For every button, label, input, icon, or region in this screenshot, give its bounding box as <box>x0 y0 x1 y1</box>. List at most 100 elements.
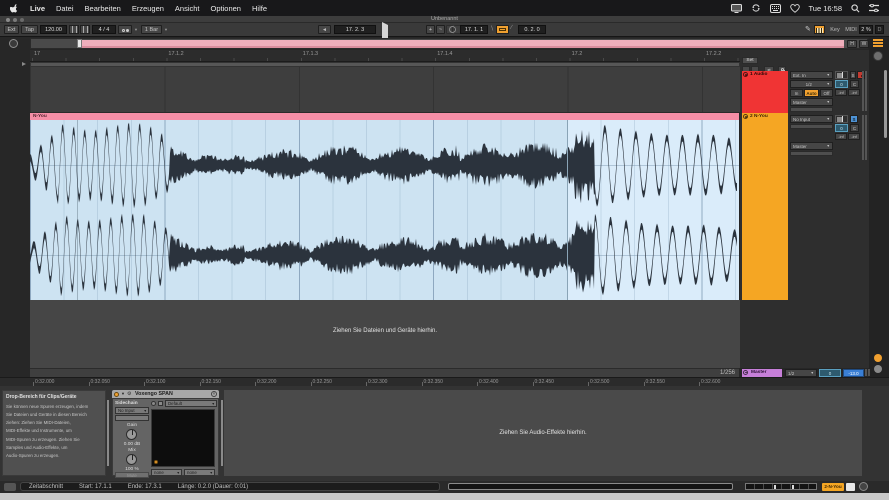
device-title-bar[interactable]: ▼ ⚙ Voxengo SPAN × <box>112 390 219 398</box>
menu-item-optionen[interactable]: Optionen <box>211 4 241 13</box>
device-power-button[interactable] <box>114 392 119 397</box>
follow-button[interactable]: ◄ <box>318 25 331 34</box>
master-output-select[interactable]: 1/2▼ <box>785 369 817 377</box>
loop-length-field[interactable]: 0. 2. 0 <box>518 25 546 34</box>
control-center-icon[interactable] <box>869 4 879 12</box>
menubar-clock[interactable]: Tue 16:58 <box>809 4 843 13</box>
punch-out-button[interactable]: ∕ <box>511 25 512 31</box>
follow-scroll-orange-icon[interactable] <box>874 354 882 362</box>
track1-solo-button[interactable]: S <box>850 71 856 79</box>
loop-button[interactable] <box>496 25 509 34</box>
draw-mode-icon[interactable]: ✎ <box>805 25 811 34</box>
track-unfold-button[interactable] <box>743 370 748 375</box>
track-volume-slider[interactable] <box>835 115 848 123</box>
beat-time-ruler[interactable]: 1717.1.217.1.317.1.417.217.2.2 <box>30 50 740 62</box>
track-unfold-button[interactable] <box>743 72 748 77</box>
slot-b-select[interactable]: none▼ <box>184 469 215 476</box>
crossfader-slider[interactable] <box>745 483 817 490</box>
sidechain-sub-select[interactable] <box>115 415 149 421</box>
track1-send-b[interactable]: -inf <box>848 89 860 96</box>
track2-pan-center[interactable]: C <box>850 124 859 132</box>
device-close-button[interactable]: × <box>211 391 217 397</box>
display-mirroring-icon[interactable] <box>731 4 742 13</box>
quantize-menu-arrow[interactable]: ▼ <box>163 25 169 34</box>
track1-pan-field[interactable]: 0 <box>835 80 848 88</box>
menu-item-ansicht[interactable]: Ansicht <box>175 4 200 13</box>
track2-pan-field[interactable]: 0 <box>835 124 848 132</box>
play-button[interactable] <box>382 25 393 34</box>
monitor-in-button[interactable]: In <box>790 89 803 97</box>
master-header[interactable]: Master <box>742 369 782 377</box>
track2-header[interactable]: 2 N-You <box>742 113 788 300</box>
sync-arrows-icon[interactable] <box>751 3 761 13</box>
master-pan-field[interactable]: 0 <box>819 369 841 377</box>
track1-input-select[interactable]: Ext. In▼ <box>790 71 833 79</box>
computer-midi-keyboard-button[interactable] <box>814 25 825 34</box>
spotlight-search-icon[interactable] <box>851 4 860 13</box>
device-hotswap-icon[interactable]: ⚙ <box>127 390 131 398</box>
stop-button[interactable] <box>395 25 406 34</box>
menu-item-datei[interactable]: Datei <box>56 4 74 13</box>
device-scroll-handle-left[interactable] <box>107 400 109 466</box>
loop-bar[interactable] <box>80 40 844 48</box>
track1-output-select[interactable]: Master▼ <box>790 98 833 106</box>
track-unfold-button[interactable] <box>743 114 748 119</box>
status-square-button[interactable] <box>846 483 855 491</box>
punch-in-button[interactable]: ∖ <box>490 25 494 32</box>
menu-item-bearbeiten[interactable]: Bearbeiten <box>85 4 121 13</box>
shape-icon[interactable] <box>790 4 800 13</box>
scrub-area[interactable]: H W <box>30 38 868 49</box>
ext-sync-button[interactable]: Ext <box>4 25 19 34</box>
track1-send-a[interactable]: -inf <box>835 89 847 96</box>
nudge-down-button[interactable] <box>69 25 79 34</box>
track1-lane[interactable] <box>30 67 740 113</box>
quantize-menu[interactable]: 1 Bar <box>141 25 162 34</box>
vertical-scrollbar[interactable] <box>884 70 887 138</box>
menu-item-hilfe[interactable]: Hilfe <box>252 4 267 13</box>
track2-send-a[interactable]: -inf <box>835 133 847 140</box>
preset-select[interactable]: Default▼ <box>165 400 217 407</box>
disk-overload-indicator[interactable]: D <box>875 25 884 34</box>
master-volume-field[interactable]: -13.0 <box>843 369 864 377</box>
track1-header[interactable]: 1 Audio <box>742 71 788 113</box>
loop-start-field[interactable]: 17. 1. 1 <box>460 25 488 34</box>
automation-arm-button[interactable]: ~ <box>436 25 445 34</box>
selected-track-badge[interactable]: 2-N-You <box>822 483 844 491</box>
track1-pan-center[interactable]: C <box>850 80 859 88</box>
input-source-icon[interactable] <box>770 4 781 13</box>
device-scroll-handle-right[interactable] <box>221 400 223 466</box>
tap-tempo-button[interactable]: Tap <box>21 25 38 34</box>
gain-knob[interactable] <box>126 429 137 440</box>
plugin-edit-button[interactable] <box>151 401 156 406</box>
monitor-auto-button[interactable]: Auto <box>804 89 819 97</box>
mute-button[interactable]: Mute <box>115 472 149 478</box>
monitor-off-button[interactable]: Off <box>820 89 833 97</box>
track-volume-slider[interactable] <box>835 71 848 79</box>
time-signature-field[interactable]: 4 / 4 <box>92 25 116 34</box>
nudge-up-button[interactable] <box>80 25 90 34</box>
apple-icon[interactable] <box>10 3 19 14</box>
mix-knob[interactable] <box>126 454 137 465</box>
device-unfold-arrow[interactable]: ▼ <box>121 390 125 398</box>
track2-send-b[interactable]: -inf <box>848 133 860 140</box>
master-lane[interactable]: 1/256 <box>30 368 739 377</box>
audio-clip[interactable]: N-You <box>30 113 739 300</box>
plugin-display[interactable] <box>151 409 215 467</box>
overview-toggle-icon[interactable] <box>873 39 883 47</box>
back-to-arrangement-button[interactable] <box>9 39 18 48</box>
sidechain-input-select[interactable]: No Input▼ <box>115 407 149 414</box>
device-drop-zone[interactable]: Ziehen Sie Audio-Effekte hierhin. <box>224 390 862 476</box>
arrangement-position-field[interactable]: 17. 2. 3 <box>334 25 376 34</box>
plugin-window-button[interactable] <box>158 401 163 406</box>
optimize-width-button[interactable]: W <box>859 40 869 48</box>
gain-value[interactable]: 0.00 dB <box>115 442 149 447</box>
clip-waveform-area[interactable] <box>30 120 739 300</box>
status-circle-button[interactable] <box>859 482 868 491</box>
metronome-button[interactable] <box>118 25 132 34</box>
midi-map-button[interactable]: MIDI <box>843 25 859 34</box>
menu-item-live[interactable]: Live <box>30 4 45 13</box>
metronome-menu-arrow[interactable]: ▼ <box>133 25 139 34</box>
overdub-button[interactable]: + <box>426 25 435 34</box>
arrangement-drop-area[interactable]: Ziehen Sie Dateien und Geräte hierhin. <box>30 300 740 368</box>
slot-a-select[interactable]: none▼ <box>151 469 182 476</box>
